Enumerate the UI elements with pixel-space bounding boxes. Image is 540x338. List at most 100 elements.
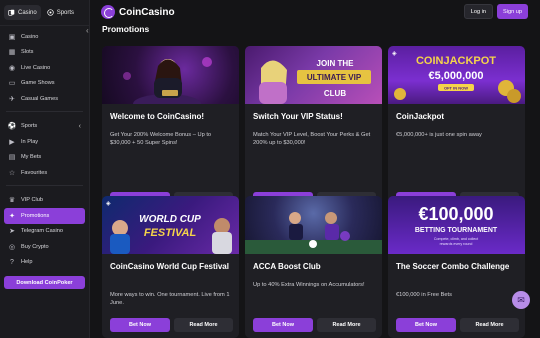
read-more-button[interactable]: Read More — [317, 318, 376, 332]
promo-title: ACCA Boost Club — [253, 262, 321, 271]
page-title: Promotions — [102, 24, 150, 34]
sidebar-item-label: My Bets — [21, 154, 42, 161]
download-coinpoker-button[interactable]: Download CoinPoker — [4, 276, 85, 289]
coinjackpot-banner-art: COINJACKPOT €5,000,000 OFT IN NOW — [394, 55, 521, 103]
promo-banner-acca[interactable] — [245, 196, 382, 254]
sidebar-item-label: Live Casino — [21, 64, 51, 71]
sidebar-item-promotions[interactable]: ✦ Promotions — [4, 208, 85, 224]
ball-icon — [47, 9, 54, 16]
cards-icon — [8, 9, 15, 16]
bet-now-button[interactable]: Bet Now — [253, 318, 313, 332]
sidebar-item-label: Promotions — [21, 212, 50, 219]
promo-title: CoinJackpot — [396, 112, 445, 121]
sidebar-item-my-bets[interactable]: ▤ My Bets — [0, 150, 89, 166]
svg-text:BETTING TOURNAMENT: BETTING TOURNAMENT — [415, 227, 498, 234]
sidebar-item-favourites[interactable]: ☆ Favourites — [0, 165, 89, 181]
sidebar-item-in-play[interactable]: ▶ In Play — [0, 134, 89, 150]
sidebar-item-label: Favourites — [21, 169, 48, 176]
app-root: Casino Sports ▣ Casino ▦ Slots ◉ Live Ca… — [0, 0, 540, 338]
sidebar-item-label: Buy Crypto — [21, 243, 49, 250]
soccer-combo-banner-art: €100,000 BETTING TOURNAMENT Compete, cli… — [415, 204, 498, 246]
mode-tabs: Casino Sports — [0, 0, 89, 26]
promo-description: Get Your 200% Welcome Bonus – Up to $30,… — [110, 132, 212, 146]
nav-group-more: ♛ VIP Club ✦ Promotions ➤ Telegram Casin… — [0, 190, 89, 271]
bets-icon: ▤ — [8, 154, 16, 162]
acca-banner-art — [245, 212, 382, 254]
bet-now-button[interactable]: Bet Now — [396, 318, 456, 332]
casino-icon: ▣ — [8, 33, 16, 41]
sidebar-item-label: In Play — [21, 138, 39, 145]
chat-support-button[interactable]: ✉ — [512, 291, 530, 309]
read-more-button[interactable]: Read More — [460, 318, 519, 332]
nav-group-casino: ▣ Casino ▦ Slots ◉ Live Casino ▭ Game Sh… — [0, 26, 89, 107]
chat-icon: ✉ — [517, 294, 525, 305]
svg-text:€100,000: €100,000 — [418, 204, 493, 224]
in-play-icon: ▶ — [9, 138, 15, 146]
sidebar-item-label: VIP Club — [21, 197, 43, 204]
promo-card-world-cup: ◈ WORLD CUP FESTIVAL CoinCasino World Cu… — [102, 196, 239, 338]
sidebar-item-label: Casual Games — [21, 95, 58, 102]
sidebar-divider — [6, 184, 83, 186]
promo-banner-vip[interactable]: JOIN THE ULTIMATE VIP CLUB — [245, 46, 382, 104]
sidebar-item-sports[interactable]: ⚽ Sports ‹ — [0, 119, 89, 135]
coin-logo-icon — [101, 5, 115, 19]
sidebar-item-slots[interactable]: ▦ Slots — [0, 45, 89, 61]
sidebar-item-vip-club[interactable]: ♛ VIP Club — [0, 193, 89, 209]
sidebar-item-game-shows[interactable]: ▭ Game Shows — [0, 76, 89, 92]
game-shows-icon: ▭ — [8, 80, 16, 88]
sidebar-item-telegram-casino[interactable]: ➤ Telegram Casino — [0, 224, 89, 240]
svg-text:Compete, climb, and collect: Compete, climb, and collect — [434, 237, 478, 241]
tab-casino[interactable]: Casino — [4, 5, 41, 20]
svg-text:rewards every round: rewards every round — [440, 242, 473, 246]
header-actions: Log in Sign up — [463, 4, 528, 19]
casual-icon: ✈ — [9, 95, 15, 103]
tab-sports[interactable]: Sports — [43, 5, 78, 20]
sidebar-item-buy-crypto[interactable]: ◎ Buy Crypto — [0, 239, 89, 255]
sidebar-divider — [6, 110, 83, 112]
bet-now-button[interactable]: Bet Now — [110, 318, 170, 332]
svg-text:WORLD CUP: WORLD CUP — [139, 214, 201, 225]
sidebar-item-label: Game Shows — [21, 80, 55, 87]
vip-banner-text: JOIN THE — [317, 59, 355, 68]
promo-description: Up to 40% Extra Winnings on Accumulators… — [253, 282, 365, 288]
sidebar-item-casual-games[interactable]: ✈ Casual Games — [0, 91, 89, 107]
promo-title: Welcome to CoinCasino! — [110, 112, 205, 121]
promo-description: €5,000,000+ is just one spin away — [396, 132, 482, 138]
brand-logo[interactable]: CoinCasino — [101, 5, 175, 19]
sidebar-item-casino[interactable]: ▣ Casino — [0, 29, 89, 45]
gift-icon: ✦ — [9, 212, 15, 220]
promo-description: More ways to win. One tournament. Live f… — [110, 292, 230, 306]
signup-button[interactable]: Sign up — [497, 4, 528, 19]
nav-group-sports: ⚽ Sports ‹ ▶ In Play ▤ My Bets ☆ Favouri… — [0, 116, 89, 181]
sidebar-item-label: Telegram Casino — [21, 228, 63, 235]
help-icon: ? — [10, 258, 14, 266]
promo-banner-world-cup[interactable]: ◈ WORLD CUP FESTIVAL — [102, 196, 239, 254]
vip-banner-art: JOIN THE ULTIMATE VIP CLUB — [259, 59, 371, 104]
crypto-icon: ◎ — [8, 243, 16, 251]
brand-name: CoinCasino — [119, 6, 175, 18]
promo-banner-soccer-combo[interactable]: €100,000 BETTING TOURNAMENT Compete, cli… — [388, 196, 525, 254]
jackpot-title-text: COINJACKPOT — [416, 55, 496, 67]
svg-text:OFT IN NOW: OFT IN NOW — [444, 86, 468, 91]
svg-text:€5,000,000: €5,000,000 — [428, 70, 483, 82]
promo-banner-coinjackpot[interactable]: ◈ COINJACKPOT €5,000,000 OFT IN NOW — [388, 46, 525, 104]
chevron-left-icon[interactable]: ‹ — [79, 123, 81, 130]
login-button[interactable]: Log in — [463, 4, 494, 19]
slots-icon: ▦ — [8, 49, 16, 57]
sidebar-item-label: Slots — [21, 49, 34, 56]
telegram-icon: ➤ — [9, 228, 15, 236]
sidebar-item-live-casino[interactable]: ◉ Live Casino — [0, 60, 89, 76]
sidebar-item-help[interactable]: ? Help — [0, 255, 89, 271]
promotions-content: Promotions Welcome to CoinCasino! Get Yo… — [91, 24, 540, 338]
svg-text:CLUB: CLUB — [324, 89, 346, 98]
sidebar-item-label: Sports — [21, 123, 38, 130]
promo-card-acca: ACCA Boost Club Up to 40% Extra Winnings… — [245, 196, 382, 338]
promo-title: The Soccer Combo Challenge — [396, 262, 510, 271]
promo-banner-welcome[interactable] — [102, 46, 239, 104]
promo-card-welcome: Welcome to CoinCasino! Get Your 200% Wel… — [102, 46, 239, 216]
promo-card-coinjackpot: ◈ COINJACKPOT €5,000,000 OFT IN NOW Coin… — [388, 46, 525, 216]
read-more-button[interactable]: Read More — [174, 318, 233, 332]
promo-title: CoinCasino World Cup Festival — [110, 262, 229, 271]
svg-text:FESTIVAL: FESTIVAL — [144, 227, 197, 239]
sidebar-item-label: Help — [21, 259, 33, 266]
